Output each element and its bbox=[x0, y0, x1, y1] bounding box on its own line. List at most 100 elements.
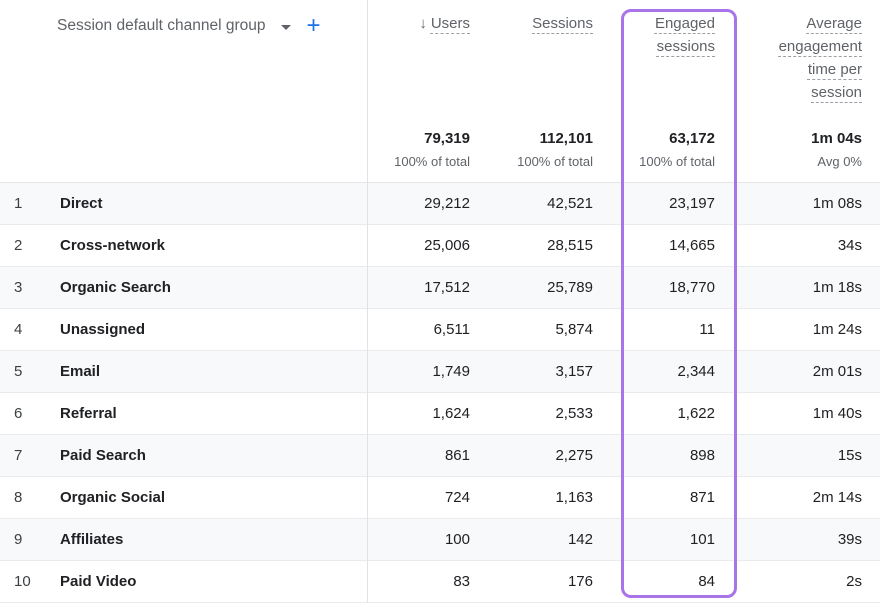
sessions-value: 176 bbox=[470, 573, 593, 590]
row-rank: 2 bbox=[0, 237, 46, 254]
row-rank: 5 bbox=[0, 363, 46, 380]
totals-avg-engagement-time: 1m 04s Avg 0% bbox=[715, 128, 880, 182]
add-dimension-button[interactable]: + bbox=[307, 14, 321, 38]
sessions-value: 2,533 bbox=[470, 405, 593, 422]
totals-sessions-subtext: 100% of total bbox=[470, 150, 593, 174]
table-header-row: Session default channel group + ↓Users S… bbox=[0, 0, 880, 110]
totals-row: 79,319 100% of total 112,101 100% of tot… bbox=[0, 110, 880, 183]
users-value: 1,749 bbox=[368, 363, 470, 380]
engaged-sessions-value: 11 bbox=[593, 321, 715, 338]
avg-engagement-time-value: 1m 24s bbox=[715, 321, 880, 338]
channel-name: Organic Social bbox=[46, 489, 368, 506]
channel-name: Organic Search bbox=[46, 279, 368, 296]
totals-users-value: 79,319 bbox=[368, 128, 470, 150]
channel-name: Referral bbox=[46, 405, 368, 422]
sessions-value: 42,521 bbox=[470, 195, 593, 212]
sessions-value: 1,163 bbox=[470, 489, 593, 506]
engaged-sessions-value: 101 bbox=[593, 531, 715, 548]
channel-name: Paid Search bbox=[46, 447, 368, 464]
engaged-sessions-value: 2,344 bbox=[593, 363, 715, 380]
totals-sessions: 112,101 100% of total bbox=[470, 128, 593, 182]
users-value: 861 bbox=[368, 447, 470, 464]
engaged-sessions-value: 1,622 bbox=[593, 405, 715, 422]
table-row: 2 Cross-network 25,006 28,515 14,665 34s bbox=[0, 225, 880, 267]
table-row: 7 Paid Search 861 2,275 898 15s bbox=[0, 435, 880, 477]
table-row: 4 Unassigned 6,511 5,874 11 1m 24s bbox=[0, 309, 880, 351]
sessions-value: 142 bbox=[470, 531, 593, 548]
users-value: 724 bbox=[368, 489, 470, 506]
channel-name: Email bbox=[46, 363, 368, 380]
dimension-metrics-divider bbox=[367, 0, 368, 603]
totals-users: 79,319 100% of total bbox=[368, 128, 470, 182]
totals-avg-engagement-time-value: 1m 04s bbox=[715, 128, 862, 150]
column-header-sessions-label: Sessions bbox=[532, 12, 593, 35]
engaged-sessions-value: 14,665 bbox=[593, 237, 715, 254]
row-rank: 1 bbox=[0, 195, 46, 212]
totals-spacer bbox=[0, 128, 368, 182]
channel-name: Direct bbox=[46, 195, 368, 212]
column-header-sessions[interactable]: Sessions bbox=[470, 0, 593, 110]
column-header-users[interactable]: ↓Users bbox=[368, 0, 470, 110]
channel-name: Unassigned bbox=[46, 321, 368, 338]
row-rank: 7 bbox=[0, 447, 46, 464]
dimension-selector[interactable]: Session default channel group + bbox=[0, 0, 368, 40]
users-value: 1,624 bbox=[368, 405, 470, 422]
avg-engagement-time-value: 1m 40s bbox=[715, 405, 880, 422]
users-value: 83 bbox=[368, 573, 470, 590]
avg-engagement-time-value: 2m 01s bbox=[715, 363, 880, 380]
sessions-value: 25,789 bbox=[470, 279, 593, 296]
table-row: 8 Organic Social 724 1,163 871 2m 14s bbox=[0, 477, 880, 519]
totals-engaged-sessions-value: 63,172 bbox=[593, 128, 715, 150]
column-header-avg-engagement-time[interactable]: Average engagement time per session bbox=[715, 0, 880, 110]
table-row: 1 Direct 29,212 42,521 23,197 1m 08s bbox=[0, 183, 880, 225]
column-header-users-label: Users bbox=[431, 12, 470, 35]
column-header-engaged-sessions[interactable]: Engaged sessions bbox=[593, 0, 715, 110]
dimension-selector-label: Session default channel group bbox=[57, 14, 266, 38]
table-row: 10 Paid Video 83 176 84 2s bbox=[0, 561, 880, 603]
totals-users-subtext: 100% of total bbox=[368, 150, 470, 174]
avg-engagement-time-value: 15s bbox=[715, 447, 880, 464]
chevron-down-icon bbox=[281, 25, 291, 30]
row-rank: 9 bbox=[0, 531, 46, 548]
table-row: 9 Affiliates 100 142 101 39s bbox=[0, 519, 880, 561]
row-rank: 6 bbox=[0, 405, 46, 422]
avg-engagement-time-value: 2s bbox=[715, 573, 880, 590]
sessions-value: 5,874 bbox=[470, 321, 593, 338]
channel-name: Cross-network bbox=[46, 237, 368, 254]
avg-engagement-time-value: 2m 14s bbox=[715, 489, 880, 506]
channel-name: Affiliates bbox=[46, 531, 368, 548]
avg-engagement-time-value: 1m 08s bbox=[715, 195, 880, 212]
row-rank: 8 bbox=[0, 489, 46, 506]
sessions-value: 28,515 bbox=[470, 237, 593, 254]
users-value: 17,512 bbox=[368, 279, 470, 296]
users-value: 100 bbox=[368, 531, 470, 548]
engaged-sessions-value: 23,197 bbox=[593, 195, 715, 212]
avg-engagement-time-value: 39s bbox=[715, 531, 880, 548]
channel-name: Paid Video bbox=[46, 573, 368, 590]
sessions-value: 2,275 bbox=[470, 447, 593, 464]
sort-descending-icon: ↓ bbox=[419, 12, 427, 35]
engaged-sessions-value: 84 bbox=[593, 573, 715, 590]
column-header-engaged-sessions-label: Engaged sessions bbox=[603, 12, 715, 58]
users-value: 29,212 bbox=[368, 195, 470, 212]
totals-engaged-sessions: 63,172 100% of total bbox=[593, 128, 715, 182]
avg-engagement-time-value: 1m 18s bbox=[715, 279, 880, 296]
totals-sessions-value: 112,101 bbox=[470, 128, 593, 150]
users-value: 6,511 bbox=[368, 321, 470, 338]
sessions-value: 3,157 bbox=[470, 363, 593, 380]
row-rank: 10 bbox=[0, 573, 46, 590]
engaged-sessions-value: 871 bbox=[593, 489, 715, 506]
engaged-sessions-value: 898 bbox=[593, 447, 715, 464]
column-header-avg-engagement-time-label: Average engagement time per session bbox=[760, 12, 862, 104]
totals-engaged-sessions-subtext: 100% of total bbox=[593, 150, 715, 174]
row-rank: 4 bbox=[0, 321, 46, 338]
avg-engagement-time-value: 34s bbox=[715, 237, 880, 254]
users-value: 25,006 bbox=[368, 237, 470, 254]
table-body: 1 Direct 29,212 42,521 23,197 1m 08s 2 C… bbox=[0, 183, 880, 603]
channel-group-report-table: Session default channel group + ↓Users S… bbox=[0, 0, 880, 610]
totals-avg-engagement-time-subtext: Avg 0% bbox=[715, 150, 862, 174]
table-row: 5 Email 1,749 3,157 2,344 2m 01s bbox=[0, 351, 880, 393]
row-rank: 3 bbox=[0, 279, 46, 296]
table-row: 6 Referral 1,624 2,533 1,622 1m 40s bbox=[0, 393, 880, 435]
table-row: 3 Organic Search 17,512 25,789 18,770 1m… bbox=[0, 267, 880, 309]
